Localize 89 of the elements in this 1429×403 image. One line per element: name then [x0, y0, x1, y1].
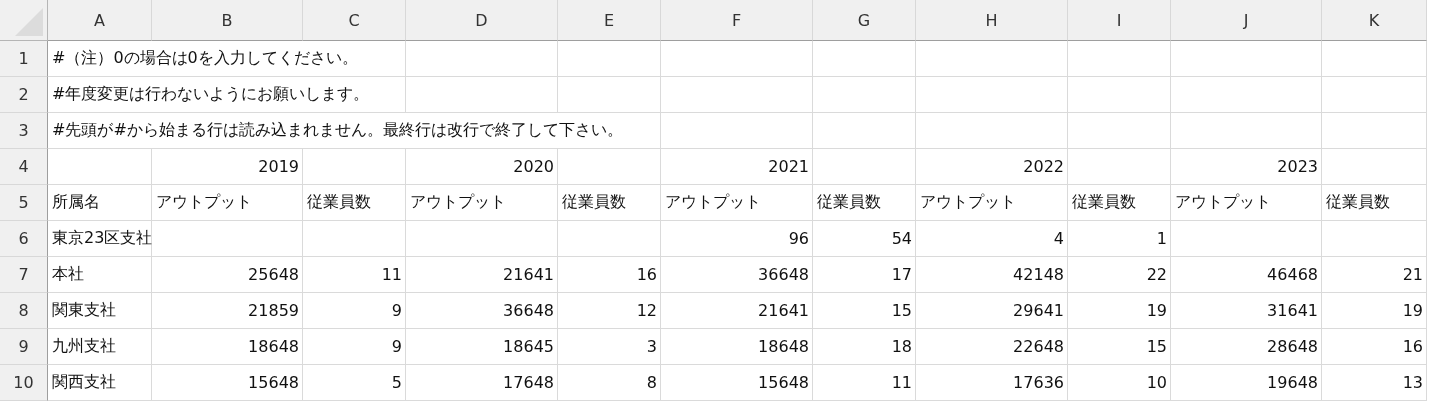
table-cell: 96: [661, 221, 813, 257]
table-cell: 従業員数: [558, 185, 661, 221]
table-cell: 36648: [406, 293, 558, 329]
table-cell: 2023: [1171, 149, 1322, 185]
table-cell: 42148: [916, 257, 1068, 293]
table-cell: 54: [813, 221, 916, 257]
table-cell: 21641: [406, 257, 558, 293]
table-cell: 15648: [661, 365, 813, 401]
table-cell: 16: [1322, 329, 1427, 365]
table-cell: 12: [558, 293, 661, 329]
column-header[interactable]: K: [1322, 0, 1427, 41]
column-header[interactable]: E: [558, 0, 661, 41]
table-cell: 東京23区支社: [48, 221, 152, 257]
row-header[interactable]: 2: [0, 77, 48, 113]
table-cell: 21859: [152, 293, 303, 329]
row-header[interactable]: 10: [0, 365, 48, 401]
table-cell: アウトプット: [152, 185, 303, 221]
table-cell: 18645: [406, 329, 558, 365]
table-cell: 29641: [916, 293, 1068, 329]
table-cell: 従業員数: [813, 185, 916, 221]
table-cell: 17636: [916, 365, 1068, 401]
table-cell: 22648: [916, 329, 1068, 365]
row-header[interactable]: 7: [0, 257, 48, 293]
table-cell: 従業員数: [1322, 185, 1427, 221]
table-cell: 16: [558, 257, 661, 293]
column-header[interactable]: G: [813, 0, 916, 41]
row-header[interactable]: 8: [0, 293, 48, 329]
table-cell: 本社: [48, 257, 152, 293]
table-cell: 5: [303, 365, 406, 401]
table-cell: 従業員数: [1068, 185, 1171, 221]
table-cell: アウトプット: [916, 185, 1068, 221]
table-cell: 25648: [152, 257, 303, 293]
table-cell: 15: [813, 293, 916, 329]
column-header[interactable]: J: [1171, 0, 1322, 41]
table-cell: 8: [558, 365, 661, 401]
column-header[interactable]: B: [152, 0, 303, 41]
table-cell: 18: [813, 329, 916, 365]
table-cell: 15648: [152, 365, 303, 401]
table-cell: 17648: [406, 365, 558, 401]
table-cell: アウトプット: [661, 185, 813, 221]
table-cell: 10: [1068, 365, 1171, 401]
table-cell: 2022: [916, 149, 1068, 185]
table-cell: 13: [1322, 365, 1427, 401]
table-cell: 1: [1068, 221, 1171, 257]
table-cell: 28648: [1171, 329, 1322, 365]
table-cell: 19648: [1171, 365, 1322, 401]
row-header[interactable]: 5: [0, 185, 48, 221]
table-cell: 関東支社: [48, 293, 152, 329]
table-cell: 2020: [406, 149, 558, 185]
table-cell: アウトプット: [406, 185, 558, 221]
column-header[interactable]: F: [661, 0, 813, 41]
row-header[interactable]: 4: [0, 149, 48, 185]
table-cell: 九州支社: [48, 329, 152, 365]
table-cell: 4: [916, 221, 1068, 257]
table-cell: 関西支社: [48, 365, 152, 401]
table-cell: 19: [1322, 293, 1427, 329]
table-cell: 18648: [661, 329, 813, 365]
table-cell: 31641: [1171, 293, 1322, 329]
column-header[interactable]: I: [1068, 0, 1171, 41]
table-cell: 17: [813, 257, 916, 293]
column-header[interactable]: H: [916, 0, 1068, 41]
table-cell: 2021: [661, 149, 813, 185]
table-cell: 2019: [152, 149, 303, 185]
table-cell: 11: [813, 365, 916, 401]
table-cell: 19: [1068, 293, 1171, 329]
table-cell: 9: [303, 293, 406, 329]
table-cell: 11: [303, 257, 406, 293]
row-header[interactable]: 3: [0, 113, 48, 149]
table-cell: 所属名: [48, 185, 152, 221]
table-cell: アウトプット: [1171, 185, 1322, 221]
row-header[interactable]: 9: [0, 329, 48, 365]
table-cell: 21: [1322, 257, 1427, 293]
column-header[interactable]: C: [303, 0, 406, 41]
table-cell: 15: [1068, 329, 1171, 365]
table-cell: 46468: [1171, 257, 1322, 293]
column-header[interactable]: D: [406, 0, 558, 41]
table-cell: 18648: [152, 329, 303, 365]
column-header[interactable]: A: [48, 0, 152, 41]
row-header[interactable]: 1: [0, 41, 48, 77]
table-cell: 22: [1068, 257, 1171, 293]
table-cell: #年度変更は行わないようにお願いします。: [48, 77, 406, 113]
table-cell: 36648: [661, 257, 813, 293]
table-cell: #（注）0の場合は0を入力してください。: [48, 41, 406, 77]
table-cell: 従業員数: [303, 185, 406, 221]
table-cell: 9: [303, 329, 406, 365]
row-header[interactable]: 6: [0, 221, 48, 257]
table-cell: #先頭が#から始まる行は読み込まれません。最終行は改行で終了して下さい。: [48, 113, 661, 149]
table-cell: 21641: [661, 293, 813, 329]
table-cell: 3: [558, 329, 661, 365]
